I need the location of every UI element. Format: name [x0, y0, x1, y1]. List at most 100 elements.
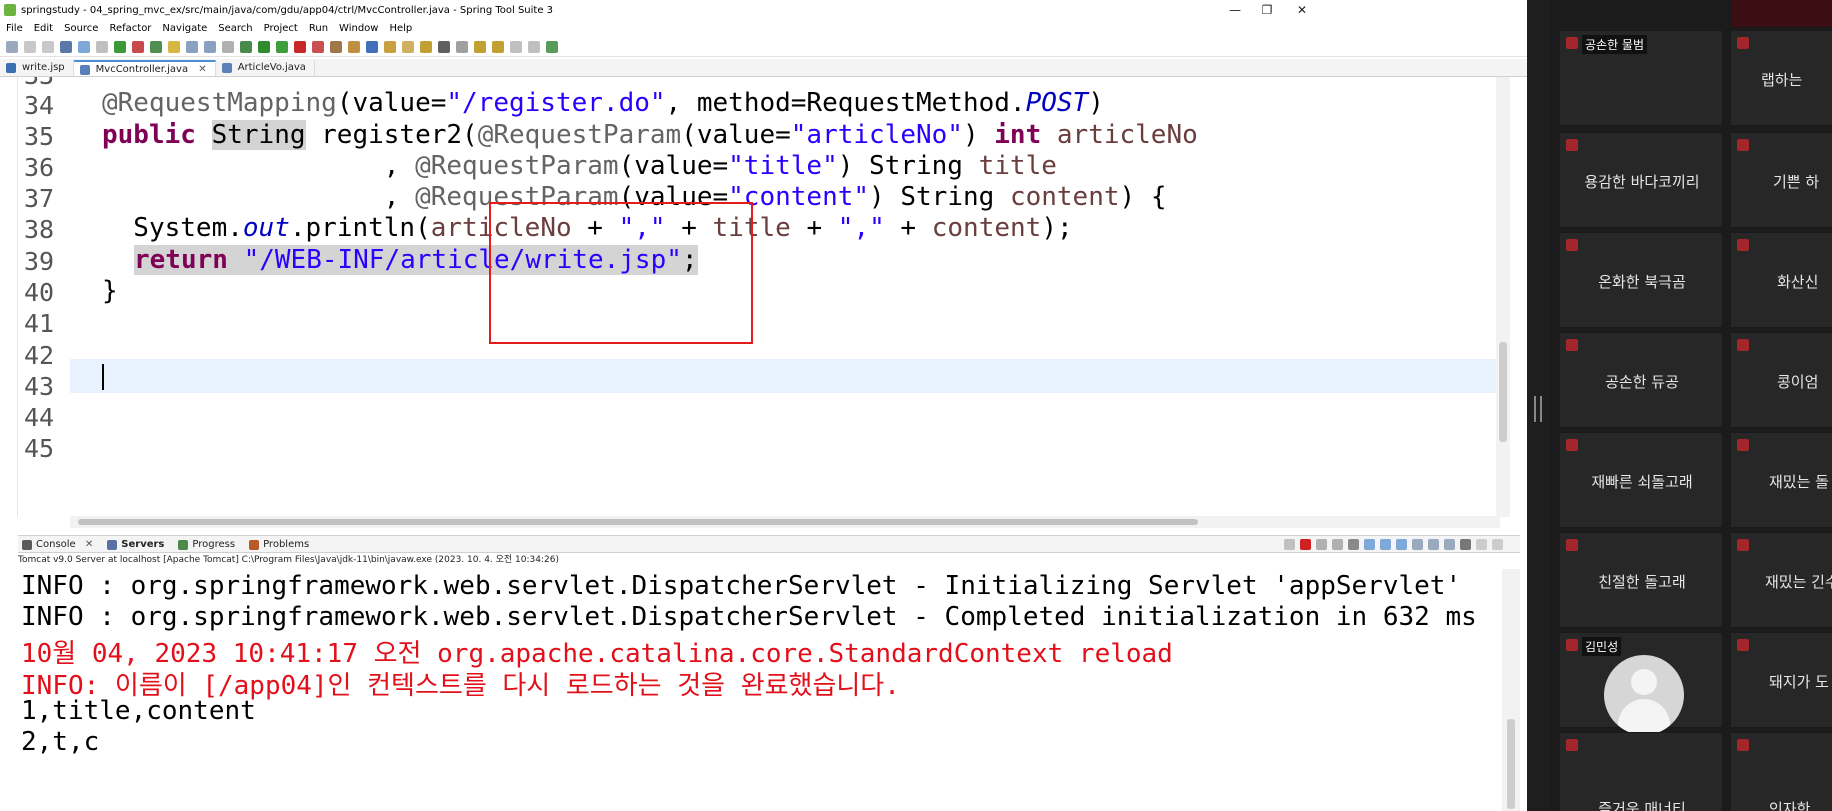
new-class-icon[interactable] [366, 40, 378, 53]
forward-icon[interactable] [528, 40, 540, 53]
code-editor[interactable]: 33 34 35 36 37 38 39 40 41 42 43 44 45 @… [18, 77, 1508, 517]
code-token: ) String [837, 151, 979, 181]
save-all-icon[interactable] [42, 40, 54, 53]
scroll-thumb[interactable] [78, 519, 1198, 525]
outline-icon[interactable] [186, 40, 198, 53]
participant-tile[interactable]: 랩하는 [1730, 30, 1832, 126]
menu-help[interactable]: Help [389, 23, 412, 34]
settings-icon[interactable] [1460, 539, 1471, 550]
participant-tile[interactable]: 기쁜 하 [1730, 132, 1832, 228]
code-token: , [102, 182, 416, 212]
participant-tile[interactable]: 공손한 물범 [1559, 30, 1723, 126]
layout-icon[interactable] [204, 40, 216, 53]
menu-refactor[interactable]: Refactor [109, 23, 151, 34]
debug-icon[interactable] [150, 40, 162, 53]
code-token: int [994, 120, 1042, 150]
coverage-icon[interactable] [276, 40, 288, 53]
tab-write-jsp[interactable]: write.jsp [0, 60, 74, 76]
menu-source[interactable]: Source [64, 23, 98, 34]
minimize-view-icon[interactable] [1476, 539, 1487, 550]
participant-tile[interactable]: 콩이엄 [1730, 332, 1832, 428]
scroll-lock-icon[interactable] [1348, 539, 1359, 550]
menu-project[interactable]: Project [264, 23, 298, 34]
editor-vertical-scrollbar[interactable] [1496, 77, 1510, 517]
console-output[interactable]: INFO : org.springframework.web.servlet.D… [18, 569, 1518, 811]
external-tools-icon[interactable] [312, 40, 324, 53]
new-package-icon[interactable] [348, 40, 360, 53]
tab-problems[interactable]: Problems [245, 539, 319, 550]
pin-editor-icon[interactable] [546, 40, 558, 53]
save-icon[interactable] [24, 40, 36, 53]
stop-icon[interactable] [294, 40, 306, 53]
spring-icon[interactable] [132, 40, 144, 53]
remove-all-icon[interactable] [1316, 539, 1327, 550]
terminate-icon[interactable] [1300, 539, 1311, 550]
open-resource-icon[interactable] [402, 40, 414, 53]
participant-tile[interactable]: 즐거운 매너티 [1559, 732, 1723, 811]
new-icon[interactable] [6, 40, 18, 53]
participant-name-tag: 김민성 [1582, 637, 1622, 656]
show-on-output-icon[interactable] [1380, 539, 1391, 550]
annotation-icon[interactable] [456, 40, 468, 53]
maximize-view-icon[interactable] [1492, 539, 1503, 550]
scroll-thumb[interactable] [1507, 719, 1515, 809]
back-icon[interactable] [510, 40, 522, 53]
close-tab-icon[interactable]: ✕ [198, 64, 206, 75]
participant-tile[interactable]: 돼지가 도 [1730, 632, 1832, 728]
tab-articlevo-java[interactable]: ArticleVo.java [216, 60, 315, 76]
ide-window: springstudy - 04_spring_mvc_ex/src/main/… [0, 0, 1527, 811]
boot-dashboard-icon[interactable] [114, 40, 126, 53]
run-icon[interactable] [258, 40, 270, 53]
close-button[interactable]: ✕ [1287, 0, 1317, 20]
spring-tool-suite-icon [4, 4, 16, 16]
highlight-icon[interactable] [168, 40, 180, 53]
menu-edit[interactable]: Edit [34, 23, 53, 34]
minimize-button[interactable]: — [1220, 0, 1250, 20]
participant-name: 랩하는 [1761, 70, 1803, 89]
menu-run[interactable]: Run [309, 23, 328, 34]
prev-annotation-icon[interactable] [492, 40, 504, 53]
pin-console-icon[interactable] [1412, 539, 1423, 550]
participant-tile[interactable]: 친절한 돌고래 [1559, 532, 1723, 628]
drag-handle-icon[interactable] [1534, 396, 1542, 422]
participant-tile[interactable]: 인자한 [1730, 732, 1832, 811]
restore-button[interactable]: ❐ [1252, 0, 1282, 20]
participant-tile[interactable]: 용감한 바다코끼리 [1559, 132, 1723, 228]
word-wrap-icon[interactable] [1364, 539, 1375, 550]
close-tab-icon[interactable]: ✕ [85, 539, 93, 550]
display-console-icon[interactable] [1428, 539, 1439, 550]
remove-launch-icon[interactable] [1284, 539, 1295, 550]
menu-search[interactable]: Search [218, 23, 252, 34]
participant-tile[interactable]: 재빠른 쇠돌고래 [1559, 432, 1723, 528]
editor-horizontal-scrollbar[interactable] [70, 516, 1500, 528]
tab-servers[interactable]: Servers [103, 539, 174, 550]
participant-tile[interactable]: 화산신 [1730, 232, 1832, 328]
edit-icon[interactable] [420, 40, 432, 53]
menu-window[interactable]: Window [339, 23, 378, 34]
new-project-icon[interactable] [330, 40, 342, 53]
participant-tile[interactable]: 공손한 듀공 [1559, 332, 1723, 428]
menu-navigate[interactable]: Navigate [162, 23, 207, 34]
toggle-mark-icon[interactable] [78, 40, 90, 53]
clear-console-icon[interactable] [1332, 539, 1343, 550]
open-type-icon[interactable] [384, 40, 396, 53]
participant-tile[interactable]: 온화한 북극곰 [1559, 232, 1723, 328]
participant-tile[interactable]: 재밌는 돌 [1730, 432, 1832, 528]
tab-mvccontroller-java[interactable]: MvcController.java ✕ [73, 60, 216, 76]
skip-breakpoints-icon[interactable] [96, 40, 108, 53]
tab-console[interactable]: Console ✕ [18, 539, 103, 550]
scroll-thumb[interactable] [1499, 342, 1507, 442]
debug-run-icon[interactable] [240, 40, 252, 53]
next-annotation-icon[interactable] [474, 40, 486, 53]
menu-file[interactable]: File [6, 23, 23, 34]
open-console-icon[interactable] [1444, 539, 1455, 550]
panel-divider[interactable] [1527, 0, 1549, 811]
console-vertical-scrollbar[interactable] [1502, 569, 1520, 811]
search-tool-icon[interactable] [438, 40, 450, 53]
terminal-icon[interactable] [60, 40, 72, 53]
show-on-error-icon[interactable] [1396, 539, 1407, 550]
participant-tile[interactable]: 재밌는 긴수 [1730, 532, 1832, 628]
tab-progress[interactable]: Progress [174, 539, 245, 550]
participant-tile[interactable]: 김민성 [1559, 632, 1723, 735]
paragraph-icon[interactable] [222, 40, 234, 53]
